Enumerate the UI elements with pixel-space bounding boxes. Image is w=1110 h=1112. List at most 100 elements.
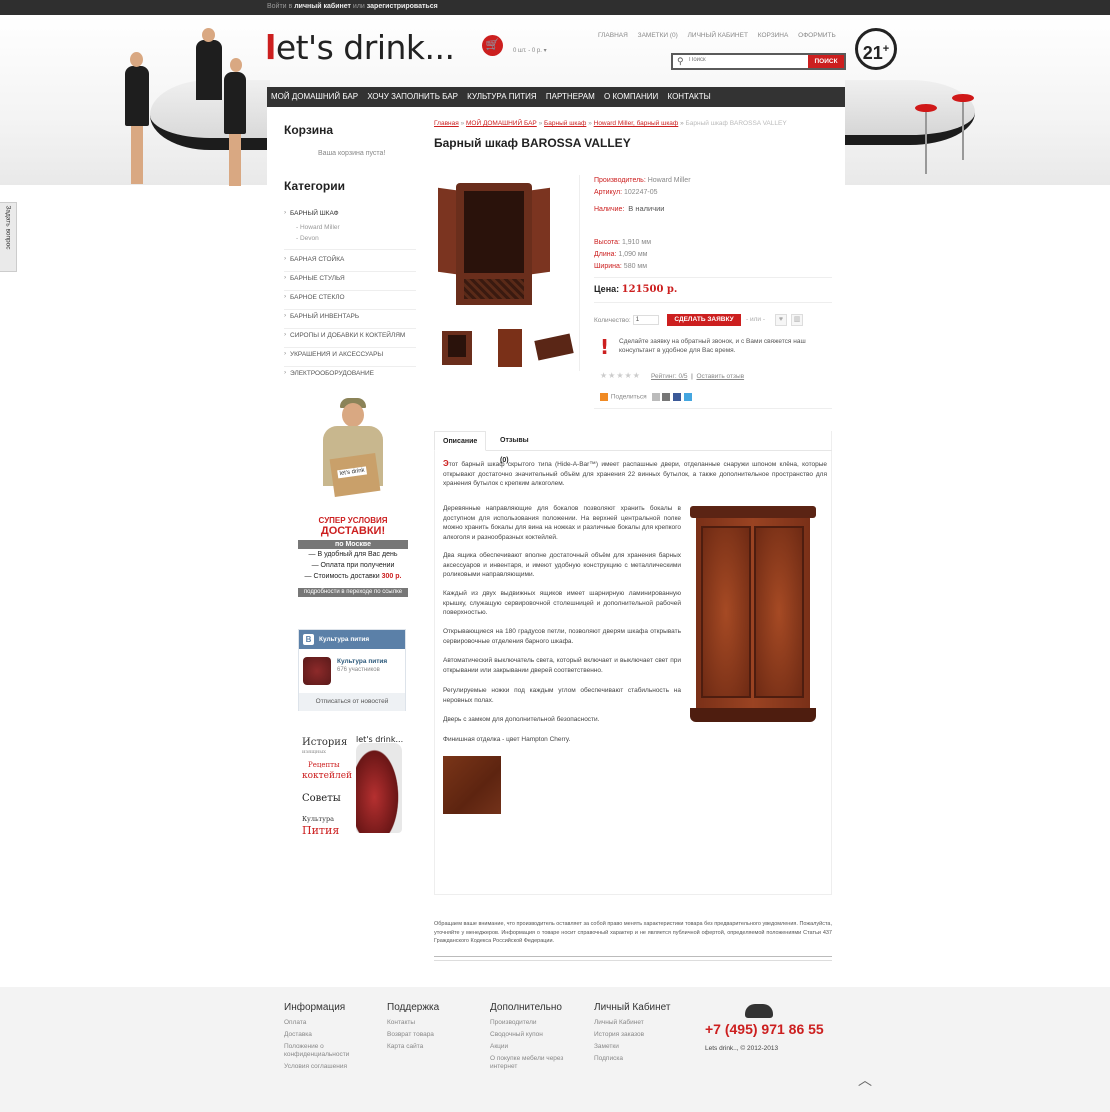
menu-about[interactable]: О КОМПАНИИ: [601, 87, 661, 107]
footer-heading: Информация: [284, 1002, 346, 1013]
footer-column-extra: Дополнительно Производители Сводочный ку…: [490, 1002, 582, 1075]
footer-link[interactable]: О покупке мебели через интернет: [490, 1055, 582, 1071]
compare-icon[interactable]: ▥: [791, 314, 803, 326]
footer-link[interactable]: Положение о конфиденциальности: [284, 1043, 376, 1059]
footer-link[interactable]: Карта сайта: [387, 1043, 479, 1051]
search-input[interactable]: [689, 57, 807, 63]
mail-icon[interactable]: [651, 393, 660, 401]
category-item[interactable]: УКРАШЕНИЯ И АКСЕССУАРЫ: [284, 348, 416, 367]
share-label[interactable]: Поделиться: [611, 394, 647, 401]
menu-culture[interactable]: КУЛЬТУРА ПИТИЯ: [464, 87, 540, 107]
product-thumbnail[interactable]: [534, 327, 574, 367]
category-item[interactable]: СИРОПЫ И ДОБАВКИ К КОКТЕЙЛЯМ: [284, 329, 416, 348]
woman-head-left: [130, 52, 143, 67]
vk-group-avatar[interactable]: [303, 657, 331, 685]
category-item[interactable]: ЭЛЕКТРООБОРУДОВАНИЕ: [284, 367, 416, 386]
quantity-input[interactable]: 1: [632, 315, 659, 325]
site-logo[interactable]: let's drink...: [265, 28, 455, 67]
product-thumbnail[interactable]: [438, 327, 478, 367]
nav-notes[interactable]: ЗАМЕТКИ (0): [638, 32, 678, 39]
tab-description[interactable]: Описание: [434, 431, 487, 451]
promo-item: — Оплата при получении: [311, 562, 395, 569]
breadcrumb-item[interactable]: Howard Miller, барный шкаф: [594, 120, 679, 127]
bar-counter-right: [845, 80, 975, 145]
category-item[interactable]: БАРНАЯ СТОЙКА: [284, 253, 416, 272]
top-navigation: ГЛАВНАЯ ЗАМЕТКИ (0) ЛИЧНЫЙ КАБИНЕТ КОРЗИ…: [598, 32, 844, 39]
search-button[interactable]: ПОИСК: [808, 55, 844, 68]
drink-culture-banner[interactable]: let's drink... История изящных Рецепты к…: [298, 733, 408, 843]
ask-question-tab[interactable]: Задать вопрос: [0, 202, 17, 272]
breadcrumb-item[interactable]: МОЙ ДОМАШНИЙ БАР: [466, 120, 537, 127]
nav-cart[interactable]: КОРЗИНА: [758, 32, 789, 39]
footer-link[interactable]: Контакты: [387, 1019, 479, 1027]
height-row: Высота: 1,910 мм: [594, 239, 652, 246]
tab-reviews[interactable]: Отзывы (0): [492, 431, 537, 464]
register-link[interactable]: зарегистрироваться: [367, 3, 438, 10]
delivery-promo-banner[interactable]: let's drink СУПЕР УСЛОВИЯ ДОСТАВКИ! по М…: [298, 398, 408, 598]
cart-icon[interactable]: 🛒: [482, 35, 503, 56]
product-thumbnail[interactable]: [490, 327, 530, 367]
footer-link[interactable]: Акции: [490, 1043, 582, 1051]
wishlist-icon[interactable]: ♥: [775, 314, 787, 326]
footer-link[interactable]: Заметки: [594, 1043, 686, 1051]
category-item[interactable]: БАРНОЕ СТЕКЛО: [284, 291, 416, 310]
bartender-figure: [196, 40, 222, 100]
promo-details-link[interactable]: подробности в переходе по ссылке: [298, 588, 408, 597]
bar-stool-1: [915, 104, 937, 112]
footer-link[interactable]: Возврат товара: [387, 1031, 479, 1039]
search-icon: ⚲: [677, 56, 684, 66]
vk-members-count: 676 участников: [337, 667, 380, 673]
price: Цена: 121500 р.: [594, 284, 678, 295]
menu-partners[interactable]: ПАРТНЕРАМ: [543, 87, 598, 107]
share-plus-icon[interactable]: [600, 393, 608, 401]
breadcrumb-home[interactable]: Главная: [434, 120, 459, 127]
scroll-to-top-icon[interactable]: ︿: [858, 1070, 872, 1090]
nav-checkout[interactable]: ОФОРМИТЬ: [798, 32, 836, 39]
login-prefix: Войти в: [267, 3, 293, 10]
footer-link[interactable]: Доставка: [284, 1031, 376, 1039]
subcategory-item[interactable]: - Devon: [284, 233, 416, 250]
vk-unsubscribe-button[interactable]: Отписаться от новостей: [299, 693, 405, 711]
subcategory-item[interactable]: - Howard Miller: [284, 222, 416, 233]
footer-link[interactable]: История заказов: [594, 1031, 686, 1039]
nav-cabinet[interactable]: ЛИЧНЫЙ КАБИНЕТ: [688, 32, 748, 39]
nav-home[interactable]: ГЛАВНАЯ: [598, 32, 628, 39]
footer-column-account: Личный Кабинет Личный Кабинет История за…: [594, 1002, 686, 1067]
category-item[interactable]: БАРНЫЙ ШКАФ: [284, 207, 416, 222]
footer-link[interactable]: Оплата: [284, 1019, 376, 1027]
footer-link[interactable]: Производители: [490, 1019, 582, 1027]
woman-legs-right: [229, 134, 241, 186]
phone-number[interactable]: +7 (495) 971 86 55: [705, 1021, 824, 1037]
menu-home-bar[interactable]: МОЙ ДОМАШНИЙ БАР: [268, 87, 361, 107]
bartender-head: [202, 28, 215, 42]
promo-line-1: СУПЕР УСЛОВИЯ: [318, 516, 388, 525]
bar-stool-2-leg: [962, 102, 964, 160]
footer-link[interactable]: Личный Кабинет: [594, 1019, 686, 1027]
footer-link[interactable]: Сводочный купон: [490, 1031, 582, 1039]
description-paragraph: Деревянные направляющие для бокалов позв…: [443, 505, 681, 541]
footer-link[interactable]: Условия соглашения: [284, 1063, 376, 1071]
vk-group-name[interactable]: Культура пития: [337, 658, 387, 665]
mini-cart-summary[interactable]: 0 шт. - 0 р. ▾: [513, 47, 547, 54]
category-item[interactable]: БАРНЫЙ ИНВЕНТАРЬ: [284, 310, 416, 329]
review-link[interactable]: Оставить отзыв: [696, 373, 744, 380]
logo-text: et's drink...: [275, 28, 455, 67]
order-button[interactable]: СДЕЛАТЬ ЗАЯВКУ: [667, 314, 741, 326]
vk-widget-header[interactable]: B Культура пития: [299, 630, 405, 649]
footer-link[interactable]: Подписка: [594, 1055, 686, 1063]
menu-contacts[interactable]: КОНТАКТЫ: [665, 87, 714, 107]
cabinet-link[interactable]: личный кабинет: [294, 3, 351, 10]
facebook-icon[interactable]: [673, 393, 682, 401]
maker-link[interactable]: Howard Miller: [648, 177, 691, 184]
breadcrumb-item[interactable]: Барный шкаф: [544, 120, 586, 127]
description-paragraph: Финишная отделка - цвет Hampton Cherry.: [443, 736, 571, 743]
maker-row: Производитель: Howard Miller: [594, 177, 691, 184]
twitter-icon[interactable]: [683, 393, 692, 401]
rating-link[interactable]: Рейтинг: 0/5: [651, 373, 688, 380]
category-list: БАРНЫЙ ШКАФ - Howard Miller - Devon БАРН…: [284, 207, 416, 386]
category-item[interactable]: БАРНЫЕ СТУЛЬЯ: [284, 272, 416, 291]
print-icon[interactable]: [662, 393, 671, 401]
menu-fill-bar[interactable]: ХОЧУ ЗАПОЛНИТЬ БАР: [364, 87, 461, 107]
woman-head-right: [230, 58, 242, 72]
product-main-image[interactable]: [438, 183, 550, 305]
